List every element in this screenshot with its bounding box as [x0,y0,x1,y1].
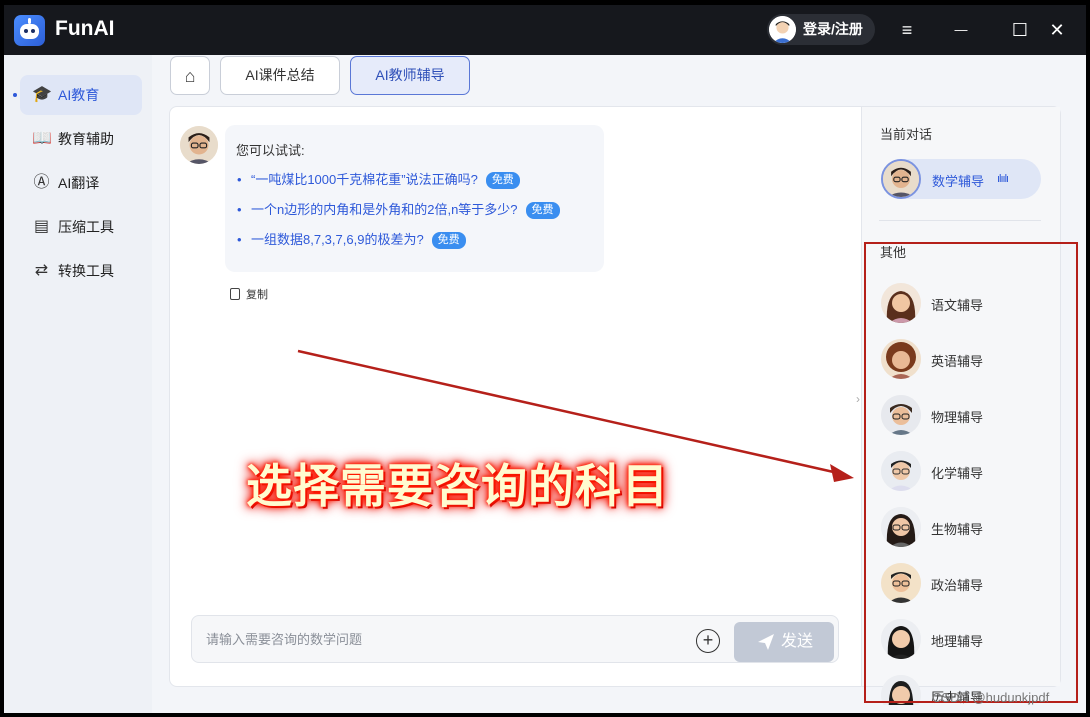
suggestion-item[interactable]: • 一个n边形的内角和是外角和的2倍,n等于多少? 免费 [237,199,560,219]
login-label: 登录/注册 [803,21,863,37]
suggestion-text: “一吨煤比1000千克棉花重”说法正确吗? [251,172,478,187]
suggestion-item[interactable]: • “一吨煤比1000千克棉花重”说法正确吗? 免费 [237,169,520,189]
suggestion-item[interactable]: • 一组数据8,7,3,7,6,9的极差为? 免费 [237,229,466,249]
voice-wave-icon: ılıılı [997,173,1009,185]
sidebar: 🎓 AI教育 📖 教育辅助 Ⓐ AI翻译 ▤ 压缩工具 ⇄ 转换工具 [4,55,152,713]
send-button[interactable]: 发送 [734,622,834,662]
send-icon [758,634,774,650]
minimize-icon[interactable]: — [948,17,974,43]
close-icon[interactable]: ✕ [1044,17,1070,43]
book-icon: 📖 [32,130,52,147]
sidebar-item-label: 教育辅助 [58,131,114,147]
tutor-avatar [881,159,921,199]
current-tutor-name: 数学辅导 [932,174,985,189]
suggestion-bubble: 您可以试试: • “一吨煤比1000千克棉花重”说法正确吗? 免费 • 一个n边形的内… [225,125,604,272]
title-bar: FunAI 登录/注册 ≡ — ☐ ✕ [4,5,1086,55]
sidebar-item-convert[interactable]: ⇄ 转换工具 [20,251,142,291]
tab-ai-tutor[interactable]: AI教师辅导 [350,56,470,95]
sidebar-item-ai-education[interactable]: 🎓 AI教育 [20,75,142,115]
copy-icon [230,288,240,300]
user-avatar [769,16,796,43]
app-title: FunAI [55,17,115,40]
annotation-text: 选择需要咨询的科目 [246,459,669,513]
annotation-highlight-box [864,242,1078,703]
question-input-box: + 发送 [191,615,839,663]
suggestion-intro: 您可以试试: [236,143,305,158]
sidebar-item-label: AI教育 [58,87,100,103]
free-badge: 免费 [431,232,466,249]
bot-avatar [180,126,218,164]
current-chat-label: 当前对话 [880,127,933,142]
graduation-cap-icon: 🎓 [32,86,52,103]
watermark: CSDN @hudunkjpdf [932,690,1050,705]
convert-icon: ⇄ [34,262,49,279]
suggestion-text: 一个n边形的内角和是外角和的2倍,n等于多少? [251,202,518,217]
sidebar-item-ai-translate[interactable]: Ⓐ AI翻译 [20,163,142,203]
sidebar-item-label: 转换工具 [58,263,114,279]
active-indicator [13,93,17,97]
sidebar-item-education-assist[interactable]: 📖 教育辅助 [20,119,142,159]
compress-icon: ▤ [33,218,50,235]
tab-ai-courseware[interactable]: AI课件总结 [220,56,340,95]
free-badge: 免费 [525,202,560,219]
login-button[interactable]: 登录/注册 [767,14,875,45]
maximize-icon[interactable]: ☐ [1007,17,1033,43]
suggestion-text: 一组数据8,7,3,7,6,9的极差为? [251,232,424,247]
sidebar-item-label: AI翻译 [58,175,100,191]
home-button[interactable]: ⌂ [170,56,210,95]
sidebar-item-label: 压缩工具 [58,219,114,235]
home-icon: ⌂ [184,66,196,86]
funai-logo-icon [14,15,45,46]
sidebar-item-compress[interactable]: ▤ 压缩工具 [20,207,142,247]
copy-label: 复制 [246,289,268,301]
translate-icon: Ⓐ [33,174,50,191]
copy-button[interactable]: 复制 [230,286,268,302]
free-badge: 免费 [485,172,520,189]
divider [879,220,1041,221]
question-input[interactable] [206,628,676,650]
send-label: 发送 [781,633,814,650]
add-attachment-icon[interactable]: + [696,629,720,653]
collapse-arrow-icon[interactable]: › [856,392,864,408]
menu-icon[interactable]: ≡ [894,17,920,43]
current-tutor-chip[interactable]: 数学辅导 ılıılı [881,159,1041,199]
